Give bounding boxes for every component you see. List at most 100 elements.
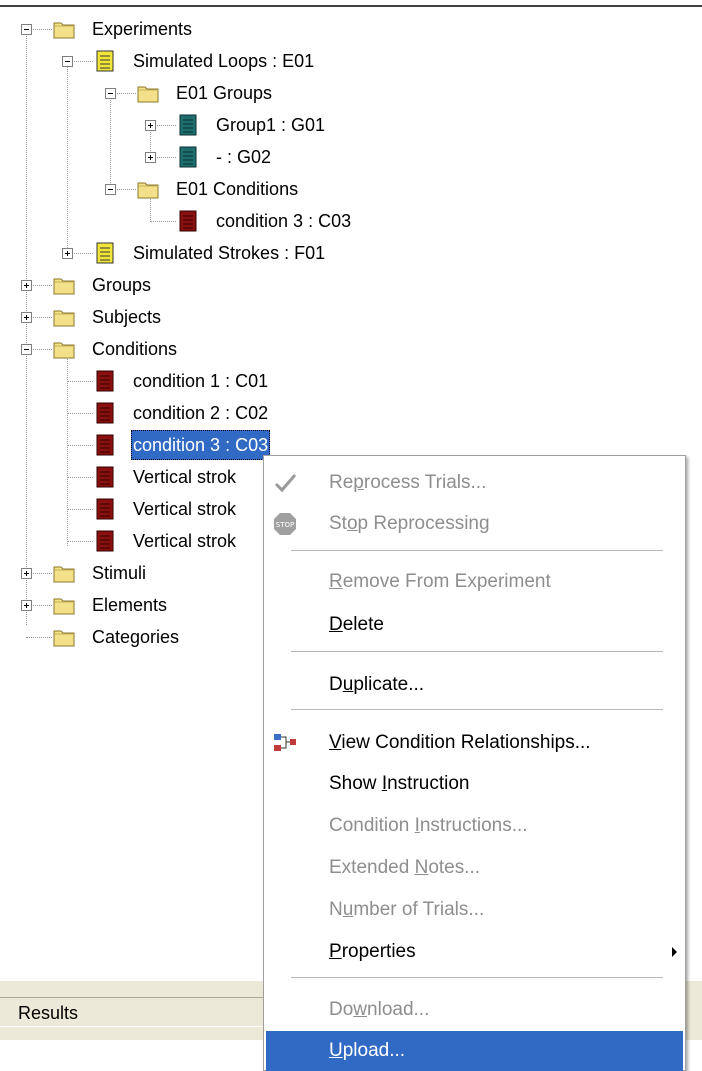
tree-line	[67, 477, 93, 478]
menu-item-properties[interactable]: Properties	[266, 932, 683, 972]
menu-item-delete[interactable]: Delete	[266, 605, 683, 645]
collapse-toggle[interactable]	[21, 344, 32, 355]
collapse-toggle[interactable]	[21, 24, 32, 35]
tree-item-label: Conditions	[92, 339, 178, 359]
tree-line	[110, 93, 111, 189]
tree-item-label: Simulated Loops : E01	[133, 51, 315, 71]
tree-item-label: Groups	[92, 275, 152, 295]
tree-line	[67, 62, 68, 252]
menu-text: plicate...	[353, 674, 425, 695]
condition-doc-icon	[96, 370, 114, 392]
expand-toggle[interactable]	[21, 280, 32, 291]
menu-text: rocess Trials...	[363, 472, 487, 493]
expand-toggle[interactable]	[62, 248, 73, 259]
menu-accel: D	[329, 614, 343, 635]
svg-text:STOP: STOP	[276, 521, 294, 529]
menu-item-reprocess-trials[interactable]: Reprocess Trials...	[266, 463, 683, 503]
folder-icon	[137, 86, 159, 103]
menu-text: N	[329, 899, 343, 920]
menu-text: elete	[342, 614, 384, 635]
condition-doc-icon	[96, 466, 114, 488]
menu-item-condition-instructions[interactable]: Condition Instructions...	[266, 806, 683, 846]
menu-item-number-of-trials[interactable]: Number of Trials...	[266, 890, 683, 930]
expand-toggle[interactable]	[21, 568, 32, 579]
tree-line	[150, 221, 176, 222]
menu-accel: N	[414, 857, 429, 878]
tree-item-label: Elements	[92, 595, 168, 615]
submenu-arrow-icon	[672, 947, 677, 957]
tree-line	[26, 637, 52, 638]
condition-doc-icon	[96, 402, 114, 424]
menu-text: Extended	[329, 857, 415, 878]
menu-accel: u	[342, 899, 354, 920]
experiment-doc-icon	[96, 242, 114, 264]
checkmark-icon	[274, 474, 297, 493]
menu-text: nload...	[367, 999, 430, 1020]
menu-item-extended-notes[interactable]: Extended Notes...	[266, 848, 683, 888]
menu-text: p Reprocessing	[357, 513, 490, 534]
folder-icon	[53, 310, 75, 327]
tree-line	[67, 541, 93, 542]
tree-item-label: E01 Groups	[176, 83, 273, 103]
tree-line	[67, 350, 68, 546]
menu-item-remove-from-experiment[interactable]: Remove From Experiment	[266, 562, 683, 602]
menu-accel: R	[329, 571, 343, 592]
folder-icon	[137, 182, 159, 199]
tree-line	[67, 509, 93, 510]
group-doc-icon	[179, 114, 197, 136]
folder-icon	[53, 630, 75, 647]
collapse-toggle[interactable]	[105, 184, 116, 195]
menu-accel: w	[353, 999, 368, 1020]
tree-item-label: E01 Conditions	[176, 179, 299, 199]
tree-item-label: - : G02	[216, 147, 272, 167]
menu-text: roperties	[341, 941, 416, 962]
tree-item-label: Subjects	[92, 307, 162, 327]
menu-item-duplicate[interactable]: Duplicate...	[266, 665, 683, 705]
menu-text: emove From Experiment	[342, 571, 551, 592]
menu-text: mber of Trials...	[353, 899, 485, 920]
collapse-toggle[interactable]	[105, 88, 116, 99]
menu-text: pload...	[342, 1040, 406, 1061]
folder-icon	[53, 598, 75, 615]
menu-separator	[291, 977, 663, 979]
folder-icon	[53, 566, 75, 583]
tree-line	[67, 445, 93, 446]
expand-toggle[interactable]	[145, 120, 156, 131]
expand-toggle[interactable]	[21, 600, 32, 611]
menu-item-stop-reprocessing[interactable]: STOP Stop Reprocessing	[266, 504, 683, 544]
tree-item-label: Group1 : G01	[216, 115, 326, 135]
window-top-border	[0, 0, 702, 7]
menu-accel: p	[353, 472, 364, 493]
context-menu: Reprocess Trials... STOP Stop Reprocessi…	[263, 455, 686, 1071]
stop-sign-icon: STOP	[274, 513, 296, 535]
menu-item-show-instruction[interactable]: Show Instruction	[266, 764, 683, 804]
menu-separator	[291, 709, 663, 711]
tree-item-label: Vertical strok	[133, 531, 237, 551]
expand-toggle[interactable]	[21, 312, 32, 323]
menu-item-download[interactable]: Download...	[266, 990, 683, 1030]
menu-accel: P	[329, 941, 342, 962]
tree-item-label: Vertical strok	[133, 499, 237, 519]
menu-text: Condition	[329, 815, 415, 836]
menu-text: nstruction	[387, 773, 470, 794]
folder-icon	[53, 278, 75, 295]
menu-text: iew Condition Relationships...	[341, 732, 591, 753]
menu-item-view-condition-relationships[interactable]: View Condition Relationships...	[266, 723, 683, 763]
menu-accel: V	[329, 732, 342, 753]
collapse-toggle[interactable]	[62, 56, 73, 67]
tree-item-label: Vertical strok	[133, 467, 237, 487]
menu-item-upload[interactable]: Upload...	[266, 1031, 683, 1071]
tree-line	[67, 413, 93, 414]
experiment-doc-icon	[96, 50, 114, 72]
group-doc-icon	[179, 146, 197, 168]
tree-item-label: condition 2 : C02	[133, 403, 269, 423]
folder-icon	[53, 342, 75, 359]
expand-toggle[interactable]	[145, 152, 156, 163]
menu-text: D	[329, 674, 343, 695]
tree-line	[67, 381, 93, 382]
menu-text: nstructions...	[419, 815, 528, 836]
menu-accel: u	[342, 674, 354, 695]
relationships-icon	[274, 734, 296, 751]
tree-item-label: condition 3 : C03	[216, 211, 352, 231]
menu-text: Re	[329, 472, 354, 493]
